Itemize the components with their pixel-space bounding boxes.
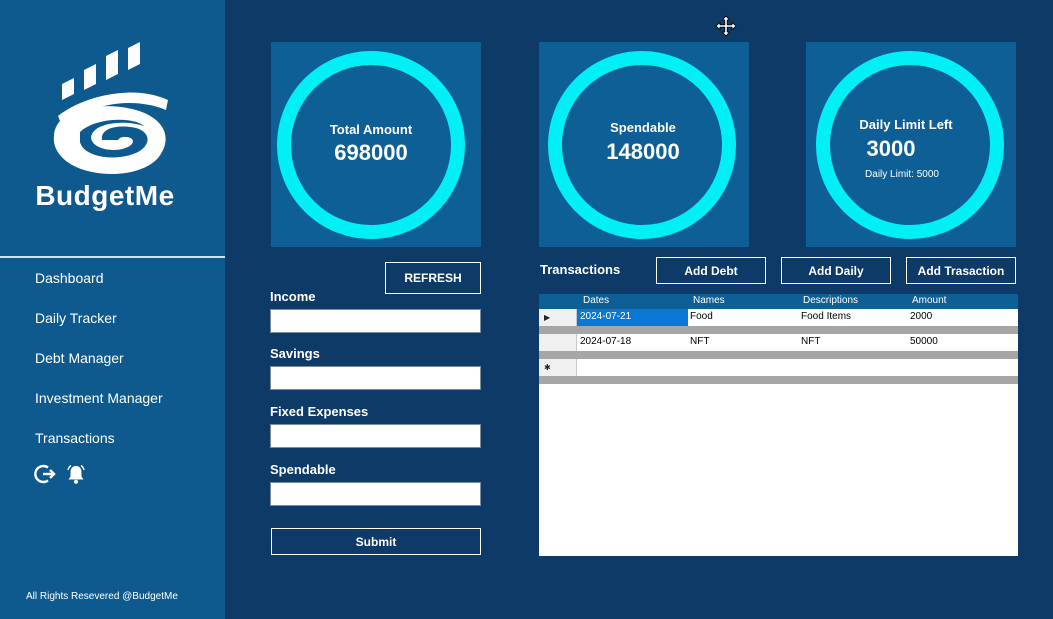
sidebar-item-debt-manager[interactable]: Debt Manager xyxy=(35,348,163,388)
row-separator xyxy=(539,326,1018,334)
sidebar-item-daily-tracker[interactable]: Daily Tracker xyxy=(35,308,163,348)
income-label: Income xyxy=(270,289,316,304)
column-header-dates[interactable]: Dates xyxy=(583,295,609,306)
refresh-button[interactable]: REFRESH xyxy=(385,262,481,294)
column-header-amount[interactable]: Amount xyxy=(912,295,946,306)
row-selector-icon[interactable]: ▶ xyxy=(539,309,577,326)
savings-label: Savings xyxy=(270,346,320,361)
table-row[interactable]: ▶ 2024-07-21 Food Food Items 2000 xyxy=(539,309,1018,326)
add-daily-button[interactable]: Add Daily xyxy=(781,257,891,284)
total-amount-card: Total Amount 698000 xyxy=(271,42,481,247)
row-separator xyxy=(539,376,1018,384)
budgetme-logo xyxy=(40,38,180,183)
sidebar-nav: Dashboard Daily Tracker Debt Manager Inv… xyxy=(35,268,163,468)
row-selector[interactable] xyxy=(539,334,577,351)
new-row[interactable]: ✱ xyxy=(539,359,1018,376)
spendable-value: 148000 xyxy=(606,139,680,164)
cell-date[interactable]: 2024-07-21 xyxy=(577,309,688,326)
add-debt-button[interactable]: Add Debt xyxy=(656,257,766,284)
add-transaction-button[interactable]: Add Trasaction xyxy=(906,257,1016,284)
transactions-title: Transactions xyxy=(540,262,621,277)
column-header-descriptions[interactable]: Descriptions xyxy=(803,295,858,306)
sidebar-item-dashboard[interactable]: Dashboard xyxy=(35,268,163,308)
sidebar-item-transactions[interactable]: Transactions xyxy=(35,428,163,468)
total-amount-value: 698000 xyxy=(334,140,408,165)
sidebar-item-investment-manager[interactable]: Investment Manager xyxy=(35,388,163,428)
savings-input[interactable] xyxy=(270,366,481,390)
spendable-card: Spendable 148000 xyxy=(539,42,749,247)
sidebar: BudgetMe Dashboard Daily Tracker Debt Ma… xyxy=(0,0,225,619)
income-input[interactable] xyxy=(270,309,481,333)
cell-description[interactable]: NFT xyxy=(801,336,820,347)
fixed-expenses-input[interactable] xyxy=(270,424,481,448)
daily-limit-card: Daily Limit Left 3000 Daily Limit: 5000 xyxy=(806,42,1016,247)
new-row-asterisk-icon[interactable]: ✱ xyxy=(539,359,577,376)
submit-button[interactable]: Submit xyxy=(271,528,481,555)
column-header-names[interactable]: Names xyxy=(693,295,725,306)
cell-name[interactable]: Food xyxy=(690,311,713,322)
fixed-expenses-label: Fixed Expenses xyxy=(270,404,369,419)
cell-description[interactable]: Food Items xyxy=(801,311,851,322)
cell-amount[interactable]: 50000 xyxy=(910,336,938,347)
daily-limit-label: Daily Limit Left xyxy=(859,117,953,132)
cell-date[interactable]: 2024-07-18 xyxy=(580,336,631,347)
row-separator xyxy=(539,351,1018,359)
total-amount-label: Total Amount xyxy=(329,122,413,137)
cell-name[interactable]: NFT xyxy=(690,336,709,347)
table-row[interactable]: 2024-07-18 NFT NFT 50000 xyxy=(539,334,1018,351)
daily-limit-subtext: Daily Limit: 5000 xyxy=(865,169,939,180)
move-cursor-icon xyxy=(715,15,737,37)
footer-text: All Rights Resevered @BudgetMe xyxy=(26,591,178,602)
cell-amount[interactable]: 2000 xyxy=(910,311,932,322)
sidebar-actions xyxy=(34,463,87,485)
spendable-field-label: Spendable xyxy=(270,462,336,477)
sidebar-divider xyxy=(0,256,225,258)
spendable-input[interactable] xyxy=(270,482,481,506)
brand-name: BudgetMe xyxy=(35,180,175,211)
grid-header: Dates Names Descriptions Amount xyxy=(539,294,1018,309)
bell-icon[interactable] xyxy=(65,463,87,485)
logout-icon[interactable] xyxy=(34,463,56,485)
daily-limit-value: 3000 xyxy=(866,136,916,161)
transactions-grid[interactable]: Dates Names Descriptions Amount ▶ 2024-0… xyxy=(539,294,1018,556)
spendable-label: Spendable xyxy=(610,120,676,135)
